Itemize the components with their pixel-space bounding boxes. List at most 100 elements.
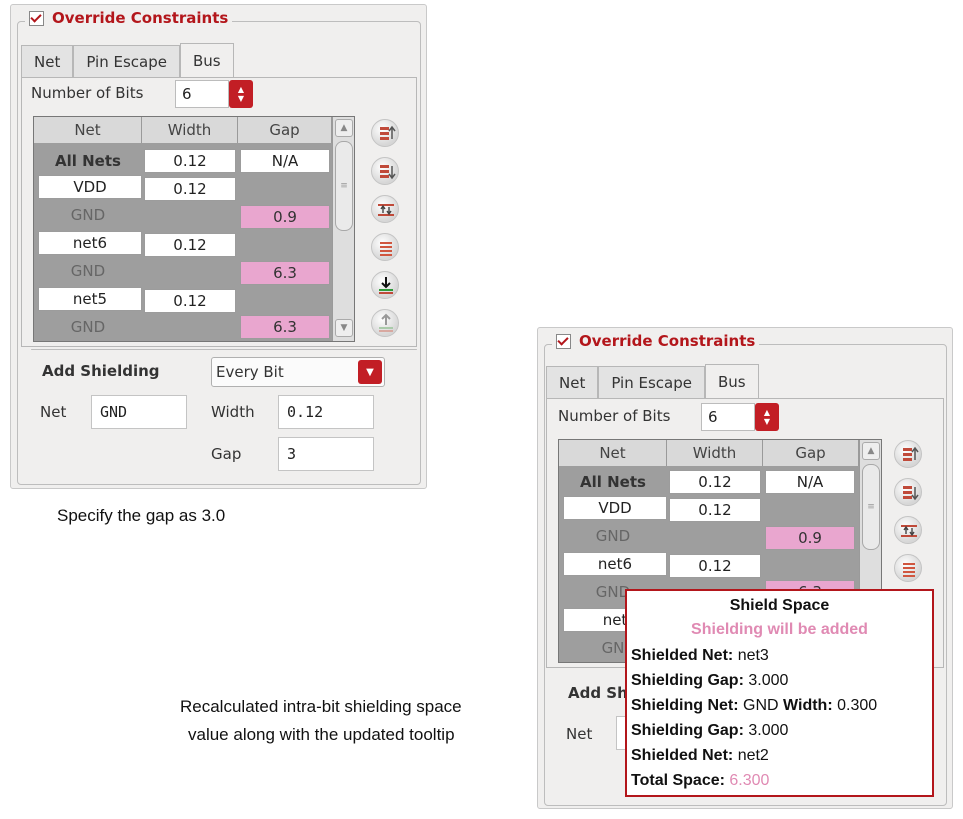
swap-icon <box>901 525 917 537</box>
tab-bus[interactable]: Bus <box>179 43 234 77</box>
table-cell-gap[interactable]: 6.3 <box>240 261 330 285</box>
number-of-bits-value[interactable]: 6 <box>701 403 755 431</box>
spinner-arrows[interactable]: ▲ ▼ <box>229 80 253 108</box>
override-checkbox[interactable] <box>29 10 44 26</box>
caption-left: Specify the gap as 3.0 <box>57 506 226 525</box>
column-header-net[interactable]: Net <box>559 440 667 466</box>
column-header-gap[interactable]: Gap <box>238 117 332 143</box>
override-constraints-legend: Override Constraints <box>25 9 233 27</box>
number-of-bits-spinner[interactable]: 6 ▲ ▼ <box>701 403 779 431</box>
spin-up-icon[interactable]: ▲ <box>764 408 770 417</box>
tab-net[interactable]: Net <box>546 366 599 398</box>
table-cell-net: All Nets <box>580 473 646 491</box>
move-row-up-button[interactable] <box>371 119 399 147</box>
move-row-down-button[interactable] <box>371 157 399 185</box>
table-cell-net: VDD <box>563 496 667 520</box>
table-cell-width[interactable]: 0.12 <box>144 177 236 201</box>
chevron-down-icon[interactable]: ▼ <box>358 360 382 384</box>
number-of-bits-label: Number of Bits <box>31 84 144 102</box>
table-cell-net: VDD <box>38 175 142 199</box>
table-cell-gap[interactable]: 0.9 <box>765 526 855 550</box>
tooltip-key: Shielding Gap: <box>631 672 744 689</box>
tab-pin-escape[interactable]: Pin Escape <box>598 366 705 398</box>
tooltip-line: Shielded Net: net3 <box>631 647 769 665</box>
table-cell-width[interactable]: 0.12 <box>144 289 236 313</box>
swap-rows-button[interactable] <box>894 516 922 544</box>
override-checkbox[interactable] <box>556 333 571 349</box>
export-button[interactable] <box>371 309 399 337</box>
add-shielding-label: Add Sh <box>568 684 628 702</box>
tooltip-line: Shielding Net: GND Width: 0.300 <box>631 697 877 715</box>
shield-net-label: Net <box>566 725 593 743</box>
table-cell-net: net6 <box>563 552 667 576</box>
scroll-up-icon[interactable]: ▲ <box>335 119 353 137</box>
table-cell-net: All Nets <box>55 152 121 170</box>
column-header-width[interactable]: Width <box>667 440 763 466</box>
remove-icon <box>903 563 915 577</box>
tooltip-subtitle: Shielding will be added <box>691 621 868 638</box>
upload-icon <box>379 313 393 332</box>
table-cell-gap[interactable]: 6.3 <box>240 315 330 339</box>
table-cell-net: net6 <box>38 231 142 255</box>
tab-bar: Net Pin Escape Bus <box>21 43 234 77</box>
tooltip-key: Shielding Gap: <box>631 722 744 739</box>
move-row-down-button[interactable] <box>894 478 922 506</box>
tooltip-key: Shielded Net: <box>631 647 734 664</box>
shield-gap-input[interactable]: 3 <box>278 437 374 471</box>
spin-up-icon[interactable]: ▲ <box>238 85 244 94</box>
number-of-bits-value[interactable]: 6 <box>175 80 229 108</box>
add-shielding-select[interactable]: Every Bit ▼ <box>211 357 385 387</box>
table-cell-gap[interactable]: N/A <box>765 470 855 494</box>
tab-bar: Net Pin Escape Bus <box>546 364 759 398</box>
scroll-thumb[interactable]: ≡ <box>335 141 353 231</box>
spinner-arrows[interactable]: ▲ ▼ <box>755 403 779 431</box>
spin-down-icon[interactable]: ▼ <box>764 417 770 426</box>
table-vertical-scrollbar[interactable]: ▲ ≡ ▼ <box>332 117 354 341</box>
tab-pin-escape[interactable]: Pin Escape <box>73 45 180 77</box>
tooltip-value: net2 <box>737 747 769 764</box>
move-row-up-button[interactable] <box>894 440 922 468</box>
override-constraints-legend: Override Constraints <box>552 332 760 350</box>
swap-rows-button[interactable] <box>371 195 399 223</box>
move-down-icon <box>380 165 396 180</box>
import-button[interactable] <box>371 271 399 299</box>
table-cell-width[interactable]: 0.12 <box>144 233 236 257</box>
tooltip-line: Shielded Net: net2 <box>631 747 769 765</box>
column-header-gap[interactable]: Gap <box>763 440 859 466</box>
move-down-icon <box>903 486 919 501</box>
shield-width-input[interactable]: 0.12 <box>278 395 374 429</box>
shield-gap-label: Gap <box>211 445 242 463</box>
column-header-width[interactable]: Width <box>142 117 238 143</box>
table-cell-width[interactable]: 0.12 <box>669 554 761 578</box>
scroll-thumb[interactable]: ≡ <box>862 464 880 550</box>
caption-right-line2: value along with the updated tooltip <box>188 725 455 744</box>
shield-net-input[interactable]: GND <box>91 395 187 429</box>
tooltip-title: Shield Space <box>729 597 830 614</box>
scroll-down-icon[interactable]: ▼ <box>335 319 353 337</box>
table-cell-gap[interactable]: N/A <box>240 149 330 173</box>
scroll-up-icon[interactable]: ▲ <box>862 442 880 460</box>
table-cell-net: net5 <box>38 287 142 311</box>
number-of-bits-spinner[interactable]: 6 ▲ ▼ <box>175 80 253 108</box>
remove-row-button[interactable] <box>894 554 922 582</box>
table-cell-gap[interactable]: 0.9 <box>240 205 330 229</box>
table-cell-width[interactable]: 0.12 <box>144 149 236 173</box>
column-header-net[interactable]: Net <box>34 117 142 143</box>
remove-row-button[interactable] <box>371 233 399 261</box>
remove-icon <box>380 242 392 256</box>
bus-net-table: Net Width Gap All Nets 0.12 N/A VDD 0.12… <box>33 116 355 342</box>
tooltip-value: 6.300 <box>729 772 770 789</box>
shield-space-tooltip: Shield Space Shielding will be added Shi… <box>625 589 934 797</box>
tooltip-key: Shielding Net: <box>631 697 739 714</box>
table-cell-net: GND <box>70 206 106 224</box>
tab-bus[interactable]: Bus <box>704 364 759 398</box>
tab-net[interactable]: Net <box>21 45 74 77</box>
tooltip-line: Shielding Gap: 3.000 <box>631 672 788 690</box>
tooltip-key: Width: <box>783 697 833 714</box>
spin-down-icon[interactable]: ▼ <box>238 94 244 103</box>
table-cell-net: GND <box>595 527 631 545</box>
left-override-panel: Override Constraints Net Pin Escape Bus … <box>10 4 427 489</box>
table-cell-width[interactable]: 0.12 <box>669 470 761 494</box>
table-cell-width[interactable]: 0.12 <box>669 498 761 522</box>
tooltip-line: Total Space: 6.300 <box>631 772 769 790</box>
